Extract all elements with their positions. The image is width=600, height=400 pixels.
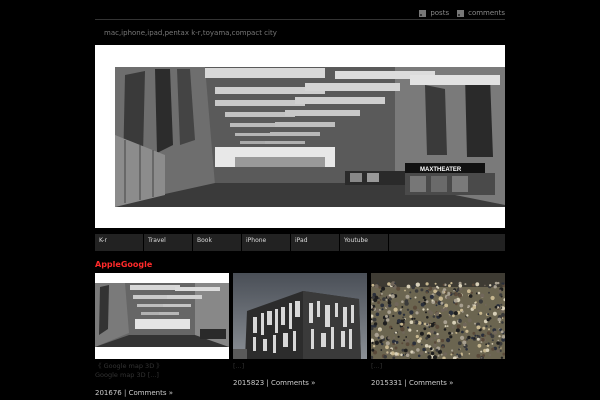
post-date: 2015331: [371, 379, 403, 387]
station-underpass-photo: MAXTHEATER: [95, 45, 505, 228]
post-date: 201676: [95, 389, 122, 397]
post-thumbnail[interactable]: [371, 273, 505, 359]
theater-sign: MAXTHEATER: [420, 167, 462, 173]
nav-item-book[interactable]: Book: [193, 234, 242, 251]
crowd-thumbnail-image: [371, 273, 505, 359]
nav-item-youtube[interactable]: Youtube: [340, 234, 389, 251]
comments-link[interactable]: Comments »: [409, 379, 453, 387]
nav-item-travel[interactable]: Travel: [144, 234, 193, 251]
comments-link[interactable]: Comments »: [129, 389, 173, 397]
nav-item-iphone[interactable]: iPhone: [242, 234, 291, 251]
post-meta: 2015823 | Comments »: [233, 379, 315, 387]
post-card: [...]: [371, 273, 505, 371]
rss-icon: [419, 9, 427, 17]
meta-separator: |: [266, 379, 269, 387]
post-excerpt: [...]: [371, 362, 505, 371]
nav-item-ipad[interactable]: iPad: [291, 234, 340, 251]
post-date: 2015823: [233, 379, 265, 387]
posts-feed-label: posts: [430, 9, 450, 17]
post-meta: 201676 | Comments »: [95, 389, 173, 397]
post-thumbnail[interactable]: [95, 273, 229, 359]
post-excerpt: 《 Google map 3D 》 Google map 3D [...]: [95, 362, 229, 380]
rss-icon: [457, 9, 465, 17]
post-excerpt-line: Google map 3D [...]: [95, 371, 159, 379]
category-title[interactable]: AppleGoogle: [95, 260, 152, 269]
comments-link[interactable]: Comments »: [271, 379, 315, 387]
post-card: [...]: [233, 273, 367, 371]
post-excerpt-line: [...]: [371, 362, 383, 370]
building-thumbnail-image: [233, 273, 367, 359]
post-thumbnail[interactable]: [233, 273, 367, 359]
post-excerpt-line: 《 Google map 3D 》: [95, 362, 163, 370]
nav-filler: [389, 234, 505, 251]
post-excerpt: [...]: [233, 362, 367, 371]
post-meta: 2015331 | Comments »: [371, 379, 453, 387]
post-excerpt-line: [...]: [233, 362, 245, 370]
comments-feed-label: comments: [468, 9, 505, 17]
site-tagline: mac,iphone,ipad,pentax k-r,toyama,compac…: [104, 29, 277, 37]
underpass-thumbnail-image: [95, 273, 229, 359]
posts-feed-link[interactable]: posts: [419, 9, 449, 17]
feed-links: posts comments: [419, 9, 505, 17]
comments-feed-link[interactable]: comments: [457, 9, 505, 17]
nav-item-kr[interactable]: K-r: [95, 234, 144, 251]
post-card: 《 Google map 3D 》 Google map 3D [...]: [95, 273, 229, 380]
header-rule: [95, 19, 505, 20]
meta-separator: |: [404, 379, 407, 387]
header-image: MAXTHEATER: [95, 45, 505, 228]
meta-separator: |: [123, 389, 127, 397]
main-nav: K-r Travel Book iPhone iPad Youtube: [95, 234, 505, 251]
